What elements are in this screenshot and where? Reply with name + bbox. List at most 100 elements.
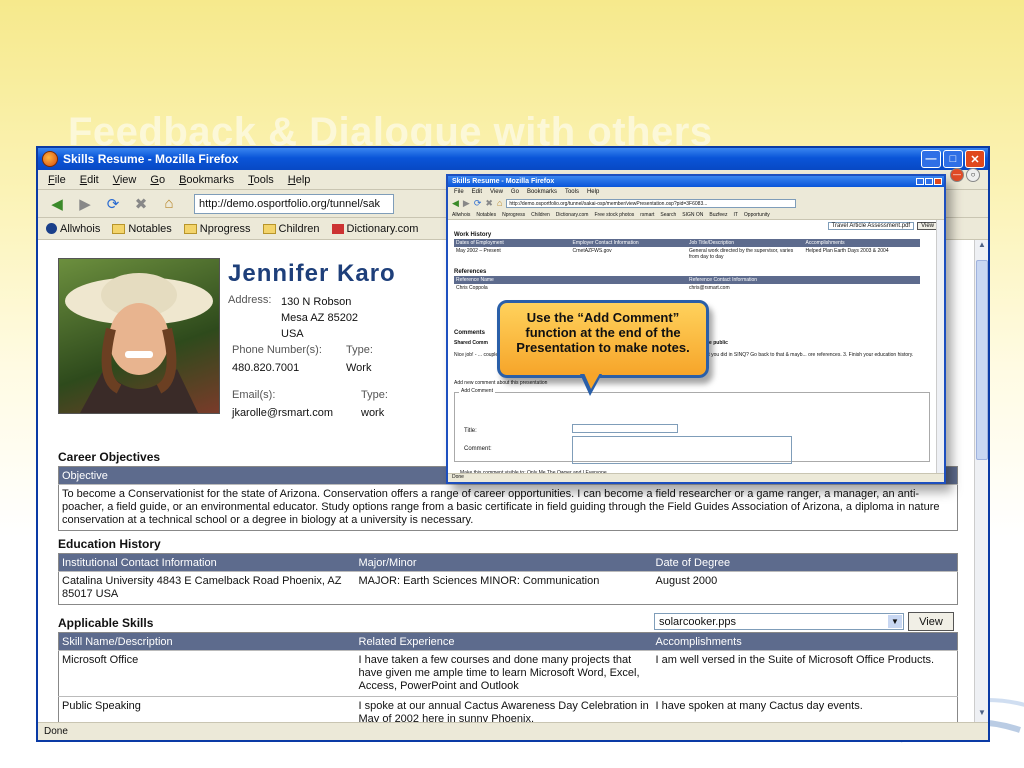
inset-bookmark[interactable]: SIGN ON bbox=[682, 212, 703, 218]
maximize-button[interactable]: □ bbox=[943, 150, 963, 168]
view-button[interactable]: View bbox=[908, 612, 954, 631]
skills-col: Related Experience bbox=[355, 632, 653, 651]
inset-bookmark[interactable]: Allwhois bbox=[452, 212, 470, 218]
stop-icon[interactable]: ✖ bbox=[130, 194, 152, 214]
close-button[interactable]: ✕ bbox=[965, 150, 985, 168]
education-col: Major/Minor bbox=[355, 553, 653, 572]
bookmark-label: Allwhois bbox=[60, 222, 101, 235]
inset-nav-toolbar: ◀ ▶ ⟳ ✖ ⌂ http://demo.osportfolio.org/tu… bbox=[448, 196, 944, 210]
inset-menu-item[interactable]: Bookmarks bbox=[527, 189, 557, 195]
inset-file-select[interactable]: Travel Article Assessment.pdf bbox=[827, 222, 915, 230]
menu-go[interactable]: Go bbox=[150, 174, 165, 186]
inset-view-button[interactable]: View bbox=[917, 222, 938, 230]
table-row: Catalina University 4843 E Camelback Roa… bbox=[58, 571, 958, 605]
menu-tools[interactable]: Tools bbox=[248, 174, 274, 186]
minimize-button[interactable]: — bbox=[921, 150, 941, 168]
phone-type-label: Type: bbox=[346, 344, 373, 356]
inset-bookmark[interactable]: Search bbox=[660, 212, 676, 218]
menu-edit[interactable]: Edit bbox=[80, 174, 99, 186]
inset-menu-item[interactable]: Edit bbox=[472, 189, 482, 195]
outer-window-controls: — ○ bbox=[950, 168, 980, 182]
url-field[interactable]: http://demo.osportfolio.org/tunnel/sak bbox=[194, 193, 394, 214]
inset-bookmark[interactable]: Free stock photos bbox=[594, 212, 634, 218]
comment-textarea[interactable] bbox=[572, 436, 792, 464]
inset-menu-item[interactable]: Tools bbox=[565, 189, 579, 195]
education-heading: Education History bbox=[58, 537, 161, 551]
status-bar: Done bbox=[38, 722, 988, 740]
scroll-thumb[interactable] bbox=[976, 260, 988, 460]
skills-cell: I have taken a few courses and done many… bbox=[355, 650, 653, 697]
folder-icon bbox=[112, 223, 126, 234]
menu-bookmarks[interactable]: Bookmarks bbox=[179, 174, 234, 186]
inset-back-icon[interactable]: ◀ bbox=[452, 198, 459, 209]
address-label: Address: bbox=[228, 294, 272, 306]
bookmark-dictionary[interactable]: Dictionary.com bbox=[331, 223, 418, 235]
title-input[interactable] bbox=[572, 424, 678, 433]
inset-bookmark[interactable]: Opportunity bbox=[744, 212, 770, 218]
table-row: Chris Coppola chris@rsmart.com bbox=[454, 284, 920, 292]
menu-file[interactable]: File bbox=[48, 174, 66, 186]
bookmark-allwhois[interactable]: Allwhois bbox=[46, 223, 100, 235]
forward-icon[interactable]: ▶ bbox=[74, 194, 96, 214]
inset-bookmark[interactable]: rsmart bbox=[640, 212, 654, 218]
address-value: 130 N Robson Mesa AZ 85202 USA bbox=[281, 294, 358, 342]
inset-close-icon[interactable] bbox=[934, 178, 942, 185]
inset-menu-item[interactable]: View bbox=[490, 189, 503, 195]
menu-help[interactable]: Help bbox=[288, 174, 311, 186]
inset-minimize-icon[interactable] bbox=[916, 178, 924, 185]
bookmark-notables[interactable]: Notables bbox=[112, 223, 172, 235]
restore-icon[interactable]: ○ bbox=[966, 168, 980, 182]
home-icon[interactable]: ⌂ bbox=[158, 194, 180, 214]
skills-cell: I have spoken at many Cactus day events. bbox=[652, 696, 958, 722]
back-icon[interactable]: ◀ bbox=[46, 194, 68, 214]
bookmark-label: Children bbox=[278, 222, 320, 235]
skills-cell: Microsoft Office bbox=[58, 650, 356, 697]
submit-button[interactable]: submit bbox=[456, 482, 488, 484]
education-cell: August 2000 bbox=[652, 571, 958, 605]
inset-bookmark[interactable]: Buzfeez bbox=[709, 212, 727, 218]
inset-scrollbar[interactable] bbox=[936, 220, 944, 478]
chevron-down-icon: ▼ bbox=[888, 615, 902, 628]
vertical-scrollbar[interactable]: ▲ ▼ bbox=[974, 240, 988, 722]
inset-bookmark[interactable]: Dictionary.com bbox=[556, 212, 589, 218]
education-cell: MAJOR: Earth Sciences MINOR: Communicati… bbox=[355, 571, 653, 605]
add-comment-legend: Add Comment bbox=[459, 388, 495, 394]
email-type-value: work bbox=[361, 407, 385, 419]
inset-reload-icon[interactable]: ⟳ bbox=[474, 198, 482, 209]
file-select[interactable]: solarcooker.pps ▼ bbox=[654, 613, 904, 630]
inset-maximize-icon[interactable] bbox=[925, 178, 933, 185]
skills-table: Skill Name/Description Related Experienc… bbox=[58, 632, 958, 722]
scroll-down-icon[interactable]: ▼ bbox=[976, 708, 988, 722]
callout-note: Use the “Add Comment” function at the en… bbox=[497, 300, 709, 378]
table-row: Microsoft Office I have taken a few cour… bbox=[58, 650, 958, 697]
shared-comments-label: Shared Comm bbox=[454, 340, 488, 346]
bookmark-nprogress[interactable]: Nprogress bbox=[183, 223, 251, 235]
work-cell: General work directed by the supervisor,… bbox=[689, 248, 794, 260]
minimize-icon[interactable]: — bbox=[950, 168, 964, 182]
inset-bookmark[interactable]: Nprogress bbox=[502, 212, 525, 218]
inset-bookmark[interactable]: Notables bbox=[476, 212, 496, 218]
window-title: Skills Resume - Mozilla Firefox bbox=[63, 152, 239, 166]
dictionary-icon bbox=[331, 223, 344, 234]
inset-bookmark[interactable]: Children bbox=[531, 212, 550, 218]
ref-col: Reference Name bbox=[454, 276, 687, 284]
skills-col: Skill Name/Description bbox=[58, 632, 356, 651]
skills-cell: I spoke at our annual Cactus Awareness D… bbox=[355, 696, 653, 722]
bookmark-children[interactable]: Children bbox=[262, 222, 320, 235]
work-cell: May 2002 – Present bbox=[456, 248, 501, 254]
reload-icon[interactable]: ⟳ bbox=[102, 194, 124, 214]
inset-forward-icon[interactable]: ▶ bbox=[463, 198, 470, 209]
inset-url-field[interactable]: http://demo.osportfolio.org/tunnel/sakai… bbox=[506, 198, 797, 208]
firefox-icon bbox=[42, 151, 58, 167]
scroll-up-icon[interactable]: ▲ bbox=[976, 240, 988, 254]
inset-menu-item[interactable]: Go bbox=[511, 189, 519, 195]
work-table: Dates of Employment Employer Contact Inf… bbox=[454, 239, 920, 261]
inset-stop-icon[interactable]: ✖ bbox=[485, 198, 493, 209]
inset-bookmark[interactable]: IT bbox=[733, 212, 737, 218]
inset-menu-item[interactable]: File bbox=[454, 189, 464, 195]
public-label: be public bbox=[706, 340, 728, 346]
menu-view[interactable]: View bbox=[113, 174, 137, 186]
profile-name: Jennifer Karo bbox=[228, 260, 396, 287]
inset-menu-item[interactable]: Help bbox=[587, 189, 599, 195]
inset-home-icon[interactable]: ⌂ bbox=[497, 198, 502, 208]
